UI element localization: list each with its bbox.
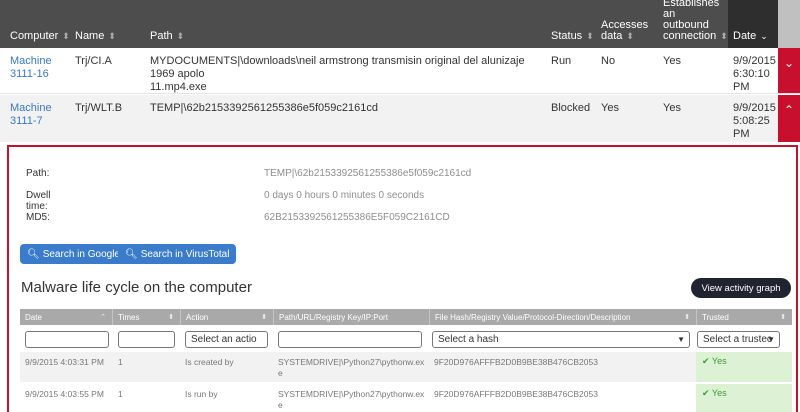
lc-col-date[interactable]: Date ⌃ xyxy=(20,309,112,325)
detail-path-label: Path: xyxy=(26,168,50,179)
header-gutter xyxy=(778,0,800,48)
chevron-down-icon: ⌄ xyxy=(783,56,795,70)
date-filter-input[interactable] xyxy=(25,331,109,348)
accesses-data: Yes xyxy=(601,102,619,114)
threat-path: TEMP|\62b2153392561255386e5f059c2161cd xyxy=(150,102,378,114)
path-filter-input[interactable] xyxy=(278,331,422,348)
sort-arrows-icon: ⬍ xyxy=(108,31,116,41)
sort-arrows-icon: ⬍ xyxy=(684,314,690,321)
event-action: Is run by xyxy=(185,389,218,399)
col-path-header[interactable]: Path ⬍ xyxy=(150,0,184,48)
lc-col-path[interactable]: Path/URL/Registry Key/IP:Port xyxy=(273,309,429,325)
lifecycle-table-header: Date ⌃ Times ⬍ Action ⬍ Path/URL/Registry K… xyxy=(20,309,792,325)
view-activity-graph-button[interactable]: View activity graph xyxy=(691,278,791,298)
lc-col-action[interactable]: Action ⬍ xyxy=(180,309,273,325)
sort-arrows-icon: ⬍ xyxy=(780,314,786,321)
table-row[interactable]: Machine 3111-7 Trj/WLT.B TEMP|\62b215339… xyxy=(0,95,800,142)
event-path: SYSTEMDRIVE|\Python27\pythonw.ex e xyxy=(278,357,425,378)
event-date: 9/9/2015 4:03:31 PM xyxy=(25,357,104,367)
col-accesses-header[interactable]: Accesses data ⬍ xyxy=(601,0,648,48)
trusted-cell: ✔ Yes xyxy=(696,384,792,412)
sort-arrows-icon: ⬍ xyxy=(626,31,634,41)
event-hash: 9F20D976AFFFB2D0B9BE38B476CB2053 xyxy=(434,389,598,399)
chevron-down-icon: ▼ xyxy=(677,335,685,344)
threat-detail-panel: Path: TEMP|\62b2153392561255386e5f059c21… xyxy=(7,145,798,412)
table-row[interactable]: Machine 3111-16 Trj/CI.A MYDOCUMENTS|\do… xyxy=(0,48,800,94)
check-icon: ✔ xyxy=(702,388,710,398)
hash-filter-select[interactable]: Select a hash ▼ xyxy=(432,331,690,348)
trusted-cell: ✔ Yes xyxy=(696,352,792,382)
trusted-filter-select[interactable]: Select a trustec ▼ xyxy=(697,331,780,348)
lc-col-hash[interactable]: File Hash/Registry Value/Protocol-Direct… xyxy=(429,309,696,325)
sort-arrows-icon: ⬍ xyxy=(586,31,594,41)
accesses-data: No xyxy=(601,55,616,67)
lc-col-times[interactable]: Times ⬍ xyxy=(112,309,180,325)
event-hash: 9F20D976AFFFB2D0B9BE38B476CB2053 xyxy=(434,357,598,367)
md5-value: 62B2153392561255386E5F059C2161CD xyxy=(264,212,450,223)
col-outbound-header[interactable]: Establishes an outbound connection ⬍ xyxy=(663,0,728,48)
chevron-down-icon: ▼ xyxy=(767,335,775,344)
threat-name: Trj/CI.A xyxy=(75,55,112,67)
event-path: SYSTEMDRIVE|\Python27\pythonw.ex e xyxy=(278,389,425,410)
expand-row-button[interactable]: ⌄ xyxy=(778,48,800,93)
event-date: 9/9/2015 4:03:55 PM xyxy=(25,389,104,399)
event-times: 1 xyxy=(118,389,123,399)
chevron-up-icon: ⌃ xyxy=(100,314,106,321)
detail-path-value: TEMP|\62b2153392561255386e5f059c2161cd xyxy=(264,168,472,179)
search-icon: 🔍︎ xyxy=(125,248,138,260)
outbound-connection: Yes xyxy=(663,102,681,114)
sort-arrows-icon: ⬍ xyxy=(62,31,70,41)
collapse-row-button[interactable]: ⌃ xyxy=(778,95,800,142)
outbound-connection: Yes xyxy=(663,55,681,67)
sort-arrows-icon: ⬍ xyxy=(176,31,185,41)
event-action: Is created by xyxy=(185,357,234,367)
sort-arrows-icon: ⬍ xyxy=(720,31,728,41)
sort-arrows-icon: ⬍ xyxy=(261,314,267,321)
lc-col-trusted[interactable]: Trusted ⬍ xyxy=(696,309,792,325)
dwell-time-label: Dwell time: xyxy=(26,190,51,212)
threat-date: 9/9/2015 5:08:25 PM xyxy=(733,102,776,140)
chevron-up-icon: ⌃ xyxy=(783,103,795,117)
threat-path: MYDOCUMENTS|\downloads\neil armstrong tr… xyxy=(150,55,525,93)
event-times: 1 xyxy=(118,357,123,367)
table-row: 9/9/2015 4:03:31 PM 1 Is created by SYST… xyxy=(20,352,792,382)
col-status-header[interactable]: Status ⬍ xyxy=(551,0,594,48)
threat-table-header: Computer ⬍ Name ⬍ Path ⬍ Status ⬍ Accesses d… xyxy=(0,0,800,48)
col-name-header[interactable]: Name ⬍ xyxy=(75,0,116,48)
table-row: 9/9/2015 4:03:55 PM 1 Is run by SYSTEMDR… xyxy=(20,384,792,412)
search-icon: 🔍︎ xyxy=(27,248,40,260)
col-date-header[interactable]: Date ⌄ xyxy=(728,0,778,48)
action-filter-select[interactable]: Select an actio xyxy=(185,331,268,348)
check-icon: ✔ xyxy=(702,356,710,366)
computer-link[interactable]: Machine 3111-7 xyxy=(10,95,52,142)
search-virustotal-button[interactable]: 🔍︎ Search in VirusTotal xyxy=(118,244,237,264)
search-google-button[interactable]: 🔍︎ Search in Google xyxy=(20,244,127,264)
chevron-down-icon: ⌄ xyxy=(760,31,768,41)
dwell-time-value: 0 days 0 hours 0 minutes 0 seconds xyxy=(264,190,425,201)
computer-link[interactable]: Machine 3111-16 xyxy=(10,48,52,93)
col-computer-header[interactable]: Computer ⬍ xyxy=(10,0,70,48)
times-filter-input[interactable] xyxy=(118,331,175,348)
threat-status: Blocked xyxy=(551,102,591,114)
threat-name: Trj/WLT.B xyxy=(75,102,123,114)
sort-arrows-icon: ⬍ xyxy=(168,314,174,321)
md5-label: MD5: xyxy=(26,212,50,223)
threat-status: Run xyxy=(551,55,572,67)
threat-date: 9/9/2015 6:30:10 PM xyxy=(733,55,776,93)
section-title: Malware life cycle on the computer xyxy=(21,279,252,296)
